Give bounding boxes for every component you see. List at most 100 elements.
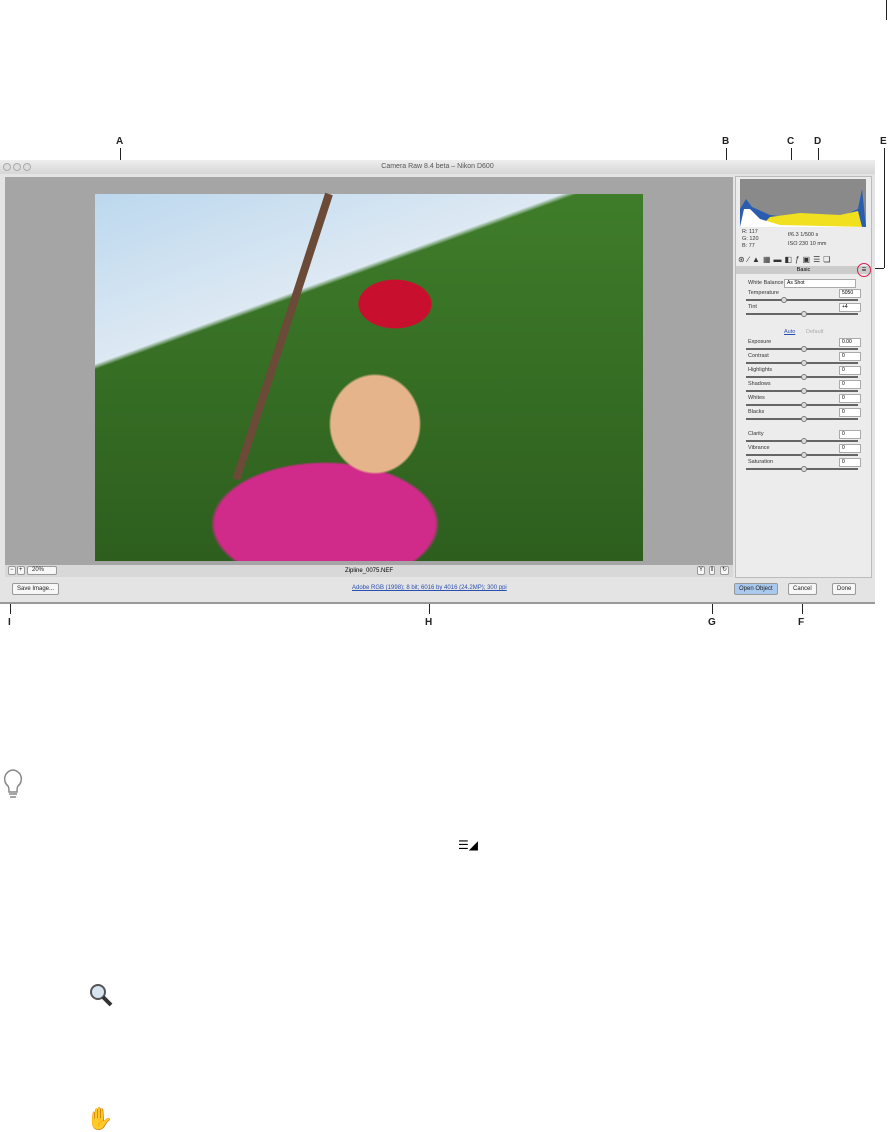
slider-value-field[interactable]: 0 <box>839 366 861 375</box>
status-bar: − + 20% Zipline_0075.NEF Y ‖ ↻ <box>5 565 733 577</box>
tab-split-toning[interactable]: ▬ <box>774 255 783 264</box>
white-balance-label: White Balance: <box>748 280 785 286</box>
tab-presets[interactable]: ☰ <box>813 255 821 264</box>
slider-handle[interactable] <box>801 466 807 472</box>
zoom-button[interactable] <box>23 163 31 171</box>
slider-value-field[interactable]: 0 <box>839 430 861 439</box>
readout-b: B: 77 <box>742 243 755 249</box>
slider-value-field[interactable]: 0 <box>839 394 861 403</box>
panel-menu-icon[interactable]: ☰ <box>857 263 871 277</box>
slider-label: Whites <box>748 395 765 401</box>
page-edge-line <box>886 0 887 20</box>
tab-lens-corrections[interactable]: ◧ <box>785 255 794 264</box>
tab-camera-calibration[interactable]: ▣ <box>803 255 812 264</box>
slider-value-field[interactable]: 0 <box>839 408 861 417</box>
cancel-button[interactable]: Cancel <box>788 583 817 595</box>
zipline-rope <box>232 192 333 481</box>
callout-g: G <box>708 617 716 628</box>
slider-track[interactable] <box>746 416 858 422</box>
callout-c: C <box>787 136 795 147</box>
slider-value-field[interactable]: 0 <box>839 444 861 453</box>
slider-value-field[interactable]: 0 <box>839 380 861 389</box>
slider-label: Shadows <box>748 381 771 387</box>
slider-track[interactable] <box>746 374 858 380</box>
callout-h: H <box>425 617 433 628</box>
save-image-button[interactable]: Save Image... <box>12 583 60 595</box>
preview-toggle-button[interactable]: Y <box>697 566 706 575</box>
preview-before-after-button[interactable]: ‖ <box>709 566 716 575</box>
tab-hsl[interactable]: ▦ <box>763 255 772 264</box>
slider-track[interactable] <box>746 452 858 458</box>
readout-g: G: 120 <box>742 236 759 242</box>
slider-value-field[interactable]: 5050 <box>839 289 861 298</box>
slider-label: Temperature <box>748 290 779 296</box>
window-title: Camera Raw 8.4 beta – Nikon D600 <box>381 163 494 170</box>
slider-handle[interactable] <box>801 438 807 444</box>
title-bar: Camera Raw 8.4 beta – Nikon D600 <box>0 160 875 174</box>
readout-iso: ISO 230 10 mm <box>788 241 827 247</box>
workflow-options-link[interactable]: Adobe RGB (1998); 8 bit; 6016 by 4016 (2… <box>352 585 507 591</box>
tab-snapshots[interactable]: ❏ <box>823 255 831 264</box>
done-button[interactable]: Done <box>832 583 857 595</box>
slider-value-field[interactable]: 0 <box>839 352 861 361</box>
zoom-in-button[interactable]: + <box>17 566 25 575</box>
zoom-out-button[interactable]: − <box>8 566 16 575</box>
photo <box>95 192 643 561</box>
tab-tone-curve[interactable]: ∕ <box>748 255 750 264</box>
readout-r: R: 117 <box>742 229 758 235</box>
histogram <box>740 179 866 227</box>
slider-handle[interactable] <box>801 452 807 458</box>
camera-raw-window: Camera Raw 8.4 beta – Nikon D600 🔍✋⁄⁄◎⌐▭… <box>0 160 875 604</box>
slider-handle[interactable] <box>801 402 807 408</box>
slider-track[interactable] <box>746 466 858 472</box>
callout-b: B <box>722 136 730 147</box>
minimize-button[interactable] <box>13 163 21 171</box>
tab-detail[interactable]: ▲ <box>752 255 761 264</box>
slider-handle[interactable] <box>801 311 807 317</box>
zoom-level-select[interactable]: 20% <box>27 566 57 575</box>
image-preview <box>5 177 733 575</box>
slider-handle[interactable] <box>801 346 807 352</box>
slider-track[interactable] <box>746 438 858 444</box>
slider-value-field[interactable]: 0 <box>839 458 861 467</box>
callout-e: E <box>880 136 887 147</box>
slider-label: Contrast <box>748 353 769 359</box>
readout-exposure: f/6.3 1/500 s <box>788 232 819 238</box>
preview-settings-button[interactable]: ↻ <box>720 566 730 575</box>
slider-handle[interactable] <box>801 416 807 422</box>
slider-handle[interactable] <box>801 374 807 380</box>
slider-label: Exposure <box>748 339 772 345</box>
slider-track[interactable] <box>746 360 858 366</box>
slider-track[interactable] <box>746 346 858 352</box>
slider-track[interactable] <box>746 297 858 303</box>
default-link[interactable]: Default <box>806 329 823 335</box>
open-object-button[interactable]: Open Object <box>734 583 778 595</box>
callout-i: I <box>8 617 11 628</box>
adjustment-panel: R: 117 G: 120 B: 77 f/6.3 1/500 s ISO 23… <box>735 176 872 578</box>
zoom-tool-icon <box>90 984 113 1007</box>
slider-label: Blacks <box>748 409 765 415</box>
close-button[interactable] <box>3 163 11 171</box>
slider-handle[interactable] <box>781 297 787 303</box>
slider-label: Highlights <box>748 367 773 373</box>
slider-value-field[interactable]: +4 <box>839 303 861 312</box>
auto-link[interactable]: Auto <box>784 329 795 335</box>
tab-effects[interactable]: ƒ <box>795 255 800 264</box>
slider-label: Saturation <box>748 459 774 465</box>
slider-track[interactable] <box>746 388 858 394</box>
callout-d: D <box>814 136 822 147</box>
slider-handle[interactable] <box>801 360 807 366</box>
slider-handle[interactable] <box>801 388 807 394</box>
filename: Zipline_0075.NEF <box>345 568 394 574</box>
callout-a: A <box>116 136 124 147</box>
hand-tool-icon: ✋ <box>86 1106 114 1131</box>
slider-track[interactable] <box>746 311 858 317</box>
slider-value-field[interactable]: 0.00 <box>839 338 861 347</box>
tab-basic[interactable]: ⊛ <box>738 255 746 264</box>
white-balance-select[interactable]: As Shot <box>784 279 856 288</box>
slider-label: Vibrance <box>748 445 770 451</box>
lightbulb-icon <box>3 769 23 798</box>
slider-track[interactable] <box>746 402 858 408</box>
callout-f: F <box>798 617 805 628</box>
slider-label: Clarity <box>748 431 764 437</box>
